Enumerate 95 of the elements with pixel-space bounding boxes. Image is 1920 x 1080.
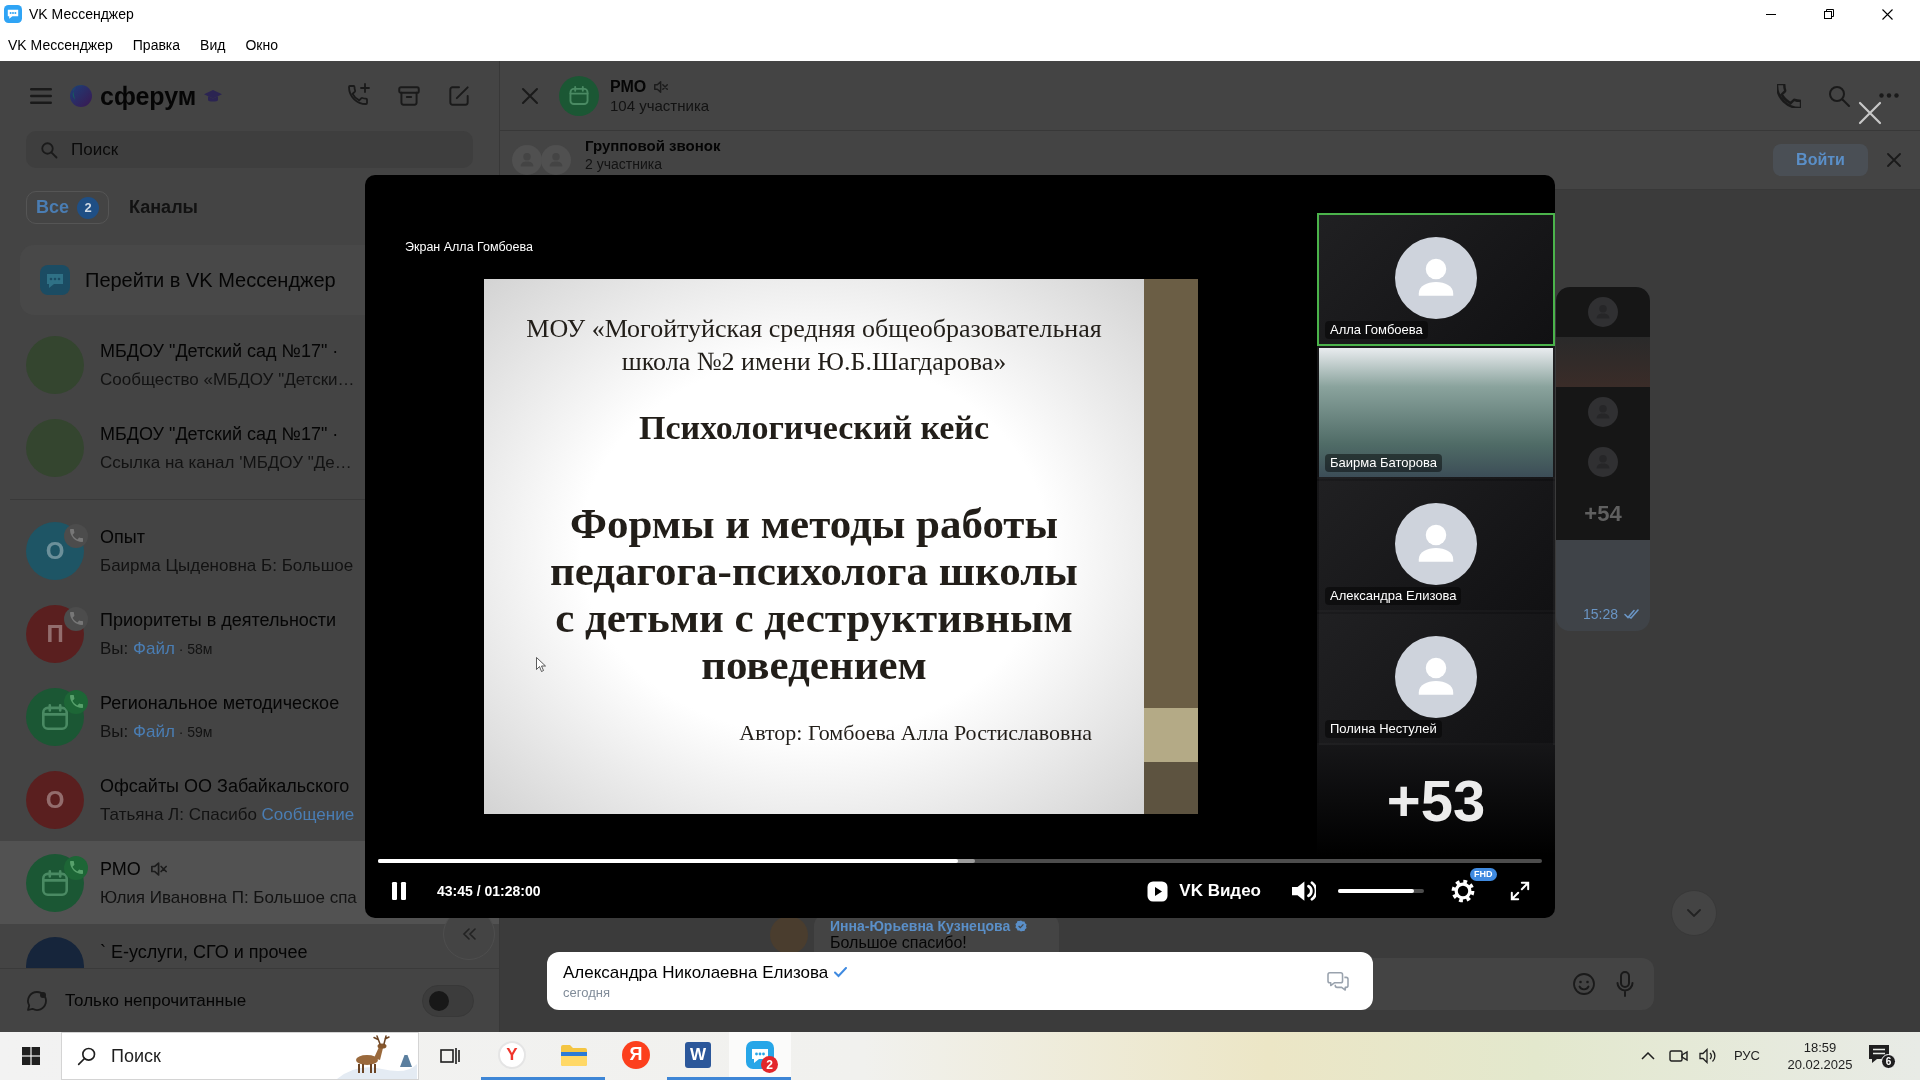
chat-title: МБДОУ "Детский сад №17" · [100,339,339,362]
app-logo-icon [4,5,22,23]
camera-icon[interactable] [1668,1048,1689,1064]
clock-date[interactable]: 20.02.2025 [1787,1056,1853,1073]
settings-icon[interactable] [1450,878,1476,904]
join-button[interactable]: Войти [1773,144,1868,176]
slide-heading: МОУ «Могойтуйская средняя общеобразовательная школа №2 имени Ю.Б.Шагдарова» [526,313,1102,378]
message-author: Инна-Юрьевна Кузнецова [830,918,1011,934]
taskbar-app-button[interactable]: 2 [729,1032,791,1080]
participant-avatar-icon [512,145,542,175]
quality-badge: FHD [1470,868,1497,881]
taskbar-app-button[interactable]: Y [481,1032,543,1080]
slide-author: Автор: Гомбоева Алла Ростиславовна [739,720,1092,746]
messenger-app-icon [40,265,70,295]
yandex-icon: Я [622,1040,650,1069]
chevron-up-icon[interactable] [1640,1052,1655,1060]
notification-count: 6 [1881,1054,1896,1069]
tab[interactable]: Все 2 [26,191,110,224]
volume-icon[interactable] [1290,880,1316,902]
menu-item[interactable]: Окно [245,35,278,54]
attachment-link[interactable]: Файл [133,721,175,741]
graduation-cap-icon [204,89,223,103]
mouse-pointer-icon [536,657,546,672]
taskbar-search-field[interactable]: Поиск [61,1032,419,1080]
search-icon [77,1046,97,1066]
volume-icon[interactable] [1698,1048,1717,1064]
menu-item[interactable]: Вид [200,35,226,54]
participant-avatar-icon [1588,447,1618,477]
unread-chat-icon [25,988,49,1013]
folder-icon [560,1042,588,1067]
chat-title: Опыт [100,525,145,548]
messenger-icon [746,1040,774,1069]
user-avatar-icon [1395,636,1477,718]
chat-icon[interactable] [1327,971,1349,991]
chat-title: ` Е-услуги, СГО и прочее [100,940,308,963]
unread-toggle[interactable] [422,984,474,1017]
chat-title: Региональное методическое [100,691,340,714]
brand-name: сферум [100,82,197,110]
chat-avatar: П [26,604,84,663]
more-participants-count: +54 [1584,500,1622,528]
taskbar-app-button[interactable]: Я [605,1032,667,1080]
browser-icon: Y [498,1040,526,1069]
participant-avatar-icon [541,145,571,175]
participant-name: Алла Гомбоева [1325,321,1428,339]
window-title: VK Мессенджер [29,5,134,23]
word-icon: W [685,1041,711,1068]
user-avatar-icon [1395,503,1477,585]
windows-start-icon[interactable] [21,1047,40,1065]
double-chevron-icon [462,928,476,940]
vk-video-logo-icon [1147,880,1169,902]
menu-item[interactable]: Правка [132,35,181,54]
notification-center-icon[interactable] [1868,1044,1890,1064]
restore-icon[interactable] [1824,9,1834,19]
chat-title: Офсайты ОО Забайкальского [100,774,350,797]
participant-name: Баирма Баторова [1325,454,1442,472]
notification-toast[interactable]: Александра Николаевна Елизова сегодня [547,952,1373,1010]
message-text: Большое спасибо! [830,934,967,952]
task-view-icon[interactable] [440,1047,460,1065]
attachment-link[interactable]: Файл [133,638,175,658]
slide-title: Формы и методы работы педагога-психолога школы с детьми с деструктивным поведением [550,500,1078,688]
call-title: Групповой звонок [585,137,721,155]
clock-time[interactable]: 18:59 [1803,1039,1837,1056]
sender-name: Александра Николаевна Елизова [563,961,829,983]
calendar-avatar-icon [559,75,599,116]
search-icon [40,141,58,159]
participant-name: Полина Нестулей [1325,720,1442,738]
progress-track[interactable] [378,859,1542,863]
chat-title: Приоритеты в деятельности [100,608,337,631]
filter-label: Только непрочитанные [65,989,247,1012]
double-check-icon [1624,609,1640,619]
chat-avatar: О [26,770,84,829]
brand-name: VK Видео [1179,880,1261,903]
chat-title: РМО [610,76,647,97]
unread-badge: 2 [77,196,100,219]
participant-avatar-icon [1588,397,1618,427]
message-preview: Юлия Ивановна П: Большое спа [100,886,357,908]
chat-title: РМО [100,857,141,880]
language-indicator[interactable]: РУС [1733,1046,1760,1066]
menu-item[interactable]: VK Мессенджер [8,35,113,54]
participant-avatar-icon [1588,297,1618,327]
chevron-down-icon [1687,909,1701,917]
fullscreen-icon[interactable] [1510,881,1530,901]
logo-icon [70,85,92,107]
attachment-link[interactable]: Сообщение [261,804,355,824]
chat-title: МБДОУ "Детский сад №17" · [100,422,339,445]
chat-avatar: О [26,521,84,580]
message-time: 15:28 [1582,605,1618,623]
user-avatar-icon [1395,237,1477,319]
minimize-icon[interactable] [1766,13,1776,15]
close-icon[interactable] [1881,8,1893,20]
pause-icon[interactable] [391,882,407,900]
slide-subtitle: Психологический кейс [638,408,989,448]
notification-badge: 2 [761,1056,778,1073]
notification-time: сегодня [563,984,610,1001]
participant-name: Александра Елизова [1325,587,1462,605]
